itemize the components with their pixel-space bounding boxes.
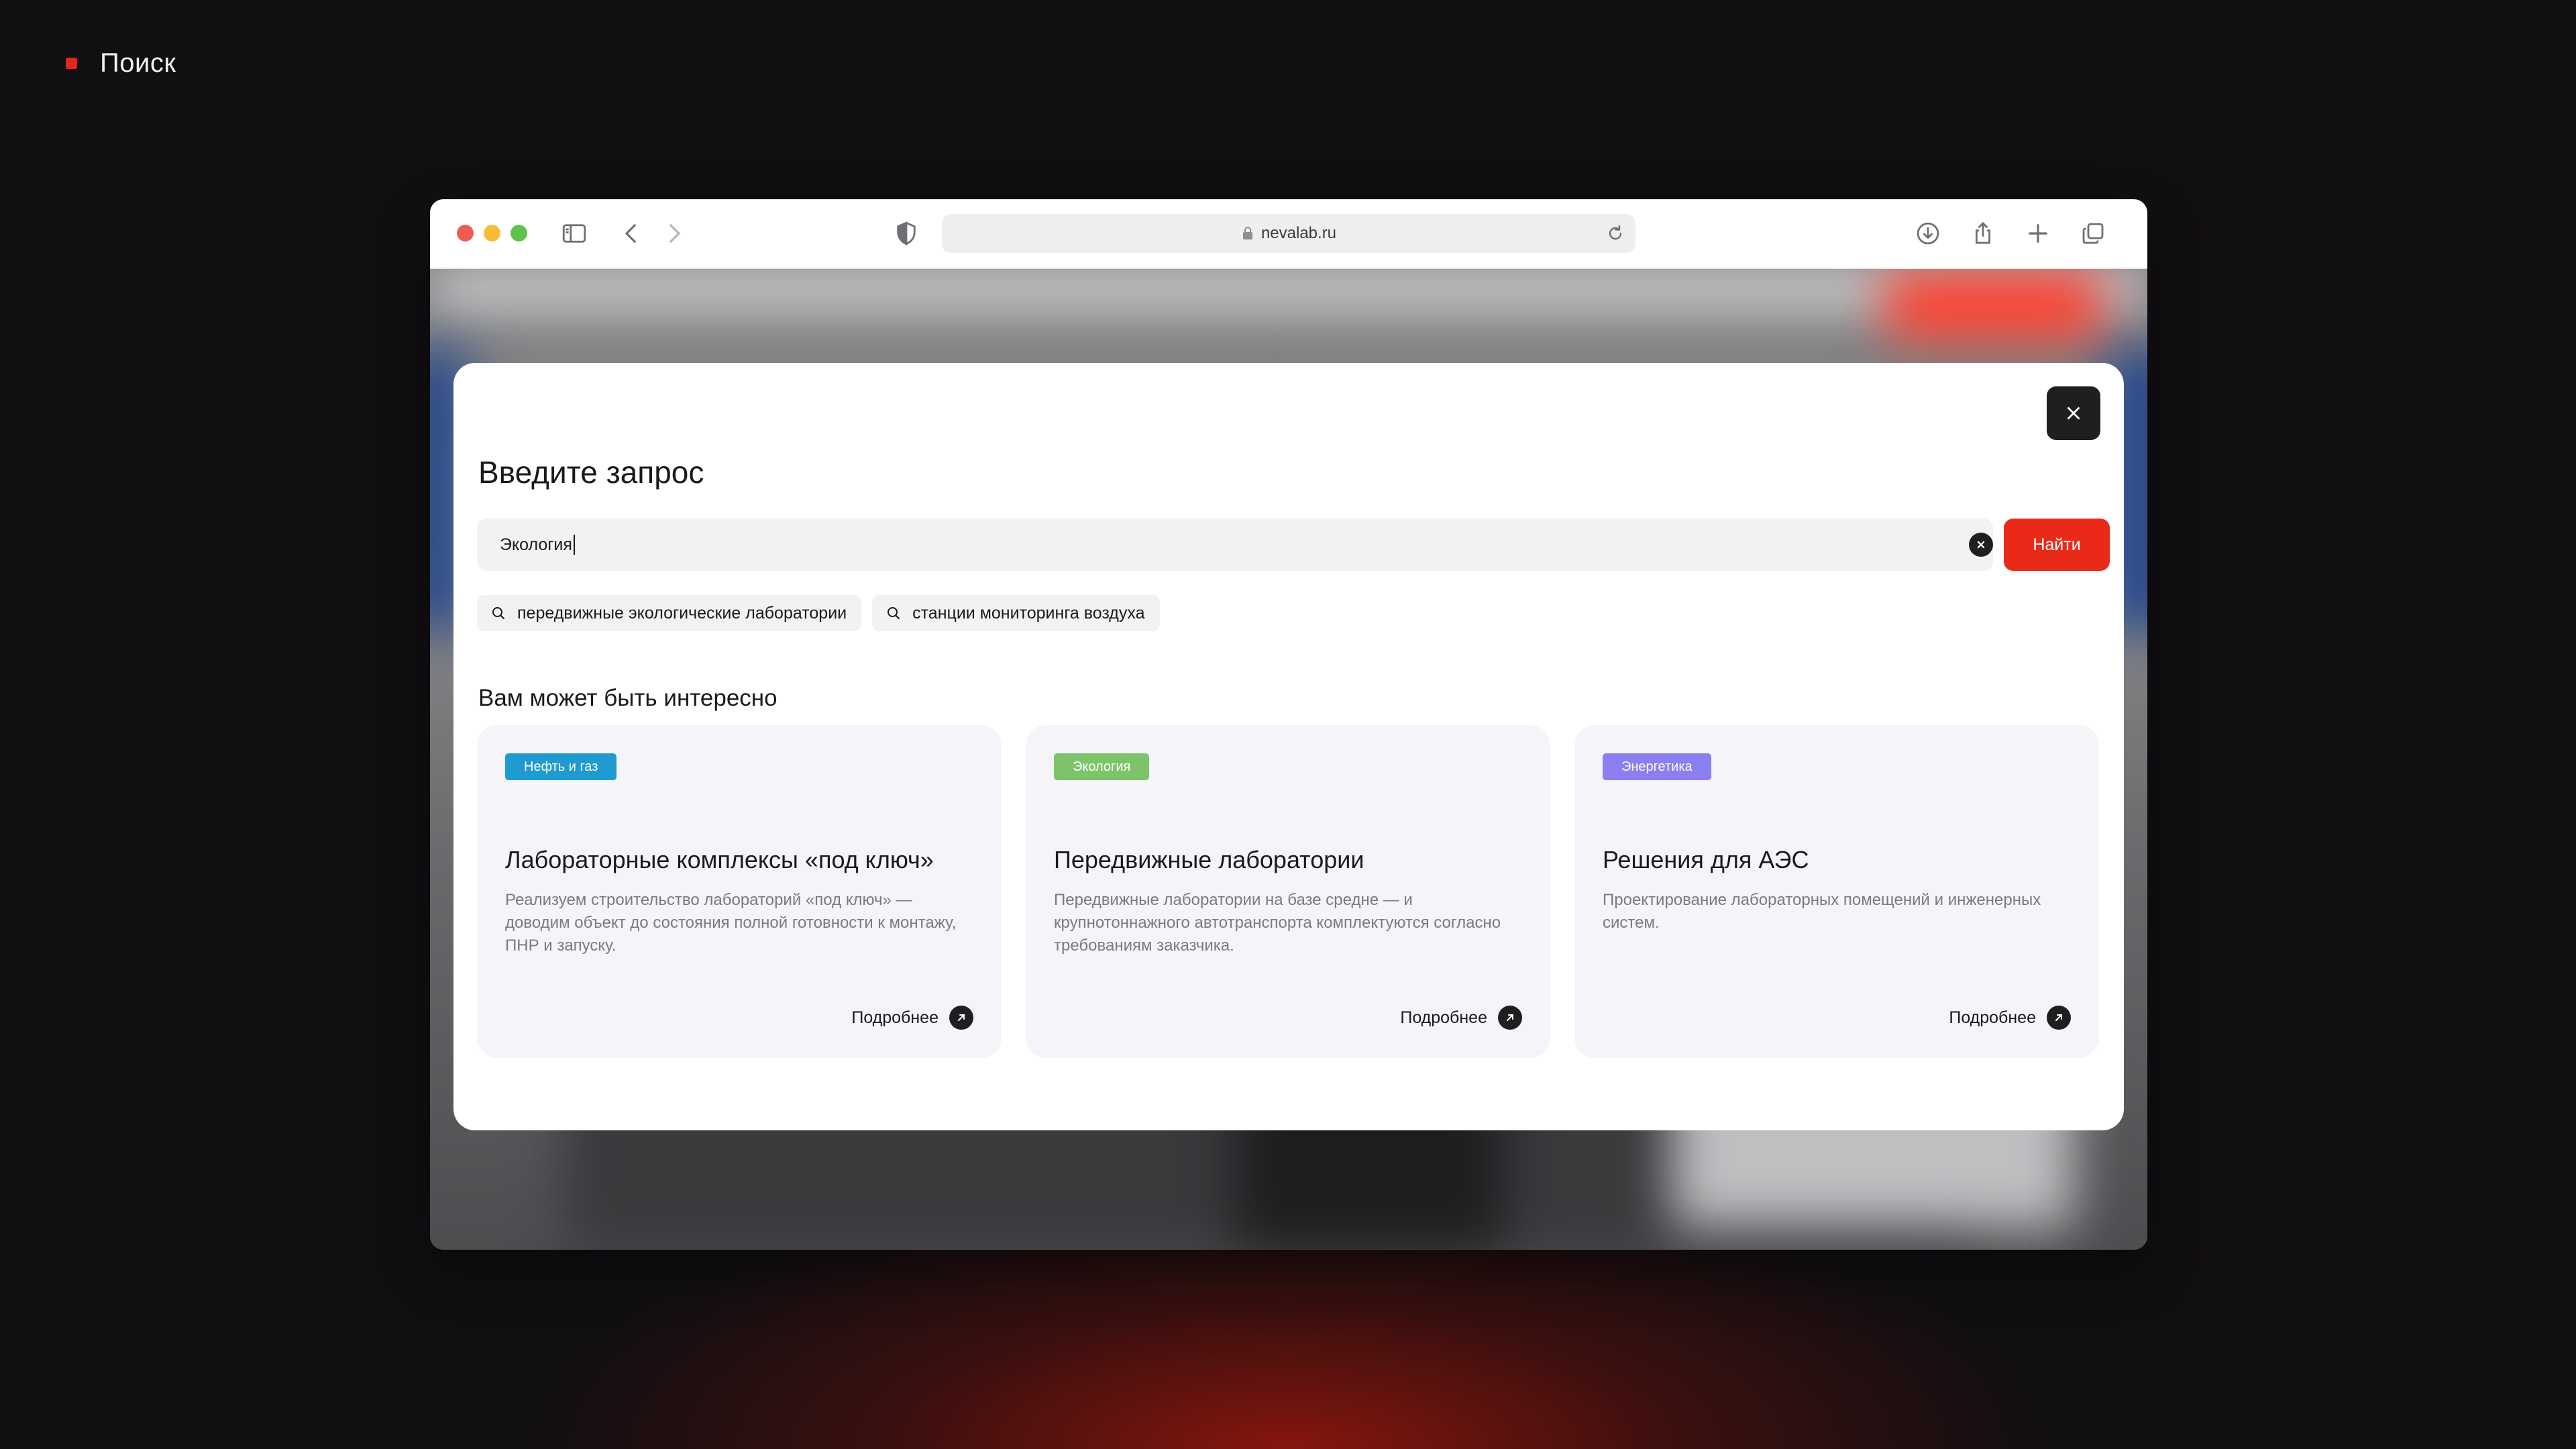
- minimize-window-button[interactable]: [484, 225, 500, 241]
- tabs-overview-icon[interactable]: [2076, 217, 2110, 250]
- modal-title: Введите запрос: [478, 455, 704, 490]
- search-suggestions: передвижные экологические лаборатории ст…: [477, 595, 1160, 631]
- find-button[interactable]: Найти: [2004, 519, 2110, 571]
- suggestion-label: станции мониторинга воздуха: [912, 603, 1145, 623]
- section-title: Поиск: [100, 48, 176, 78]
- lock-icon: [1241, 226, 1254, 241]
- suggestion-label: передвижные экологические лаборатории: [517, 603, 847, 623]
- text-caret: [573, 535, 575, 555]
- clear-icon: [1977, 541, 1985, 549]
- reload-icon[interactable]: [1605, 223, 1626, 244]
- recommendation-card[interactable]: Нефть и газ Лабораторные комплексы «под …: [477, 725, 1002, 1058]
- search-row: Экология Найти: [477, 519, 2110, 571]
- search-icon: [492, 607, 504, 619]
- zoom-window-button[interactable]: [511, 225, 527, 241]
- more-label: Подробнее: [1949, 1008, 2036, 1027]
- browser-window: nevalab.ru Введите запрос Экология Найти…: [430, 199, 2147, 1250]
- card-title: Лабораторные комплексы «под ключ»: [505, 846, 934, 873]
- search-modal: Введите запрос Экология Найти передвижны…: [453, 363, 2124, 1130]
- card-tag: Нефть и газ: [505, 753, 617, 780]
- recommendation-card[interactable]: Энергетика Решения для АЭС Проектировани…: [1574, 725, 2099, 1058]
- card-tag: Энергетика: [1603, 753, 1711, 780]
- suggestion-chip[interactable]: станции мониторинга воздуха: [872, 595, 1160, 631]
- recommendation-card[interactable]: Экология Передвижные лаборатории Передви…: [1026, 725, 1550, 1058]
- card-title: Решения для АЭС: [1603, 846, 1809, 873]
- sidebar-icon[interactable]: [557, 217, 591, 250]
- blurred-page-background: Введите запрос Экология Найти передвижны…: [430, 269, 2147, 1250]
- back-icon[interactable]: [614, 217, 648, 250]
- recommendation-cards: Нефть и газ Лабораторные комплексы «под …: [477, 725, 2099, 1058]
- card-description: Реализуем строительство лабораторий «под…: [505, 891, 957, 955]
- suggestion-chip[interactable]: передвижные экологические лаборатории: [477, 595, 862, 631]
- section-label: Поиск: [66, 48, 176, 78]
- card-tag: Экология: [1054, 753, 1150, 780]
- card-title: Передвижные лаборатории: [1054, 846, 1364, 873]
- address-bar[interactable]: nevalab.ru: [942, 214, 1635, 253]
- card-more-link[interactable]: Подробнее: [1949, 1006, 2071, 1030]
- more-label: Подробнее: [1400, 1008, 1487, 1027]
- shield-icon[interactable]: [890, 217, 923, 250]
- close-icon: [2068, 407, 2080, 419]
- section-marker: [66, 58, 77, 69]
- url-text: nevalab.ru: [1260, 224, 1337, 242]
- browser-toolbar: nevalab.ru: [430, 199, 2147, 269]
- search-input-value: Экология: [500, 535, 572, 554]
- forward-icon[interactable]: [657, 217, 691, 250]
- arrow-up-right-icon: [2047, 1006, 2071, 1030]
- arrow-up-right-icon: [949, 1006, 973, 1030]
- clear-search-button[interactable]: [1969, 533, 1993, 557]
- more-label: Подробнее: [851, 1008, 938, 1027]
- share-icon[interactable]: [1966, 217, 2000, 250]
- recommendations-title: Вам может быть интересно: [478, 685, 777, 711]
- card-more-link[interactable]: Подробнее: [851, 1006, 973, 1030]
- card-description: Проектирование лабораторных помещений и …: [1603, 891, 2041, 932]
- download-icon[interactable]: [1911, 217, 1945, 250]
- close-modal-button[interactable]: [2047, 386, 2100, 440]
- arrow-up-right-icon: [1498, 1006, 1522, 1030]
- close-window-button[interactable]: [457, 225, 474, 241]
- card-more-link[interactable]: Подробнее: [1400, 1006, 1522, 1030]
- new-tab-icon[interactable]: [2021, 217, 2055, 250]
- search-input[interactable]: Экология: [477, 519, 1993, 571]
- search-icon: [888, 607, 900, 619]
- card-description: Передвижные лаборатории на базе средне —…: [1054, 891, 1501, 955]
